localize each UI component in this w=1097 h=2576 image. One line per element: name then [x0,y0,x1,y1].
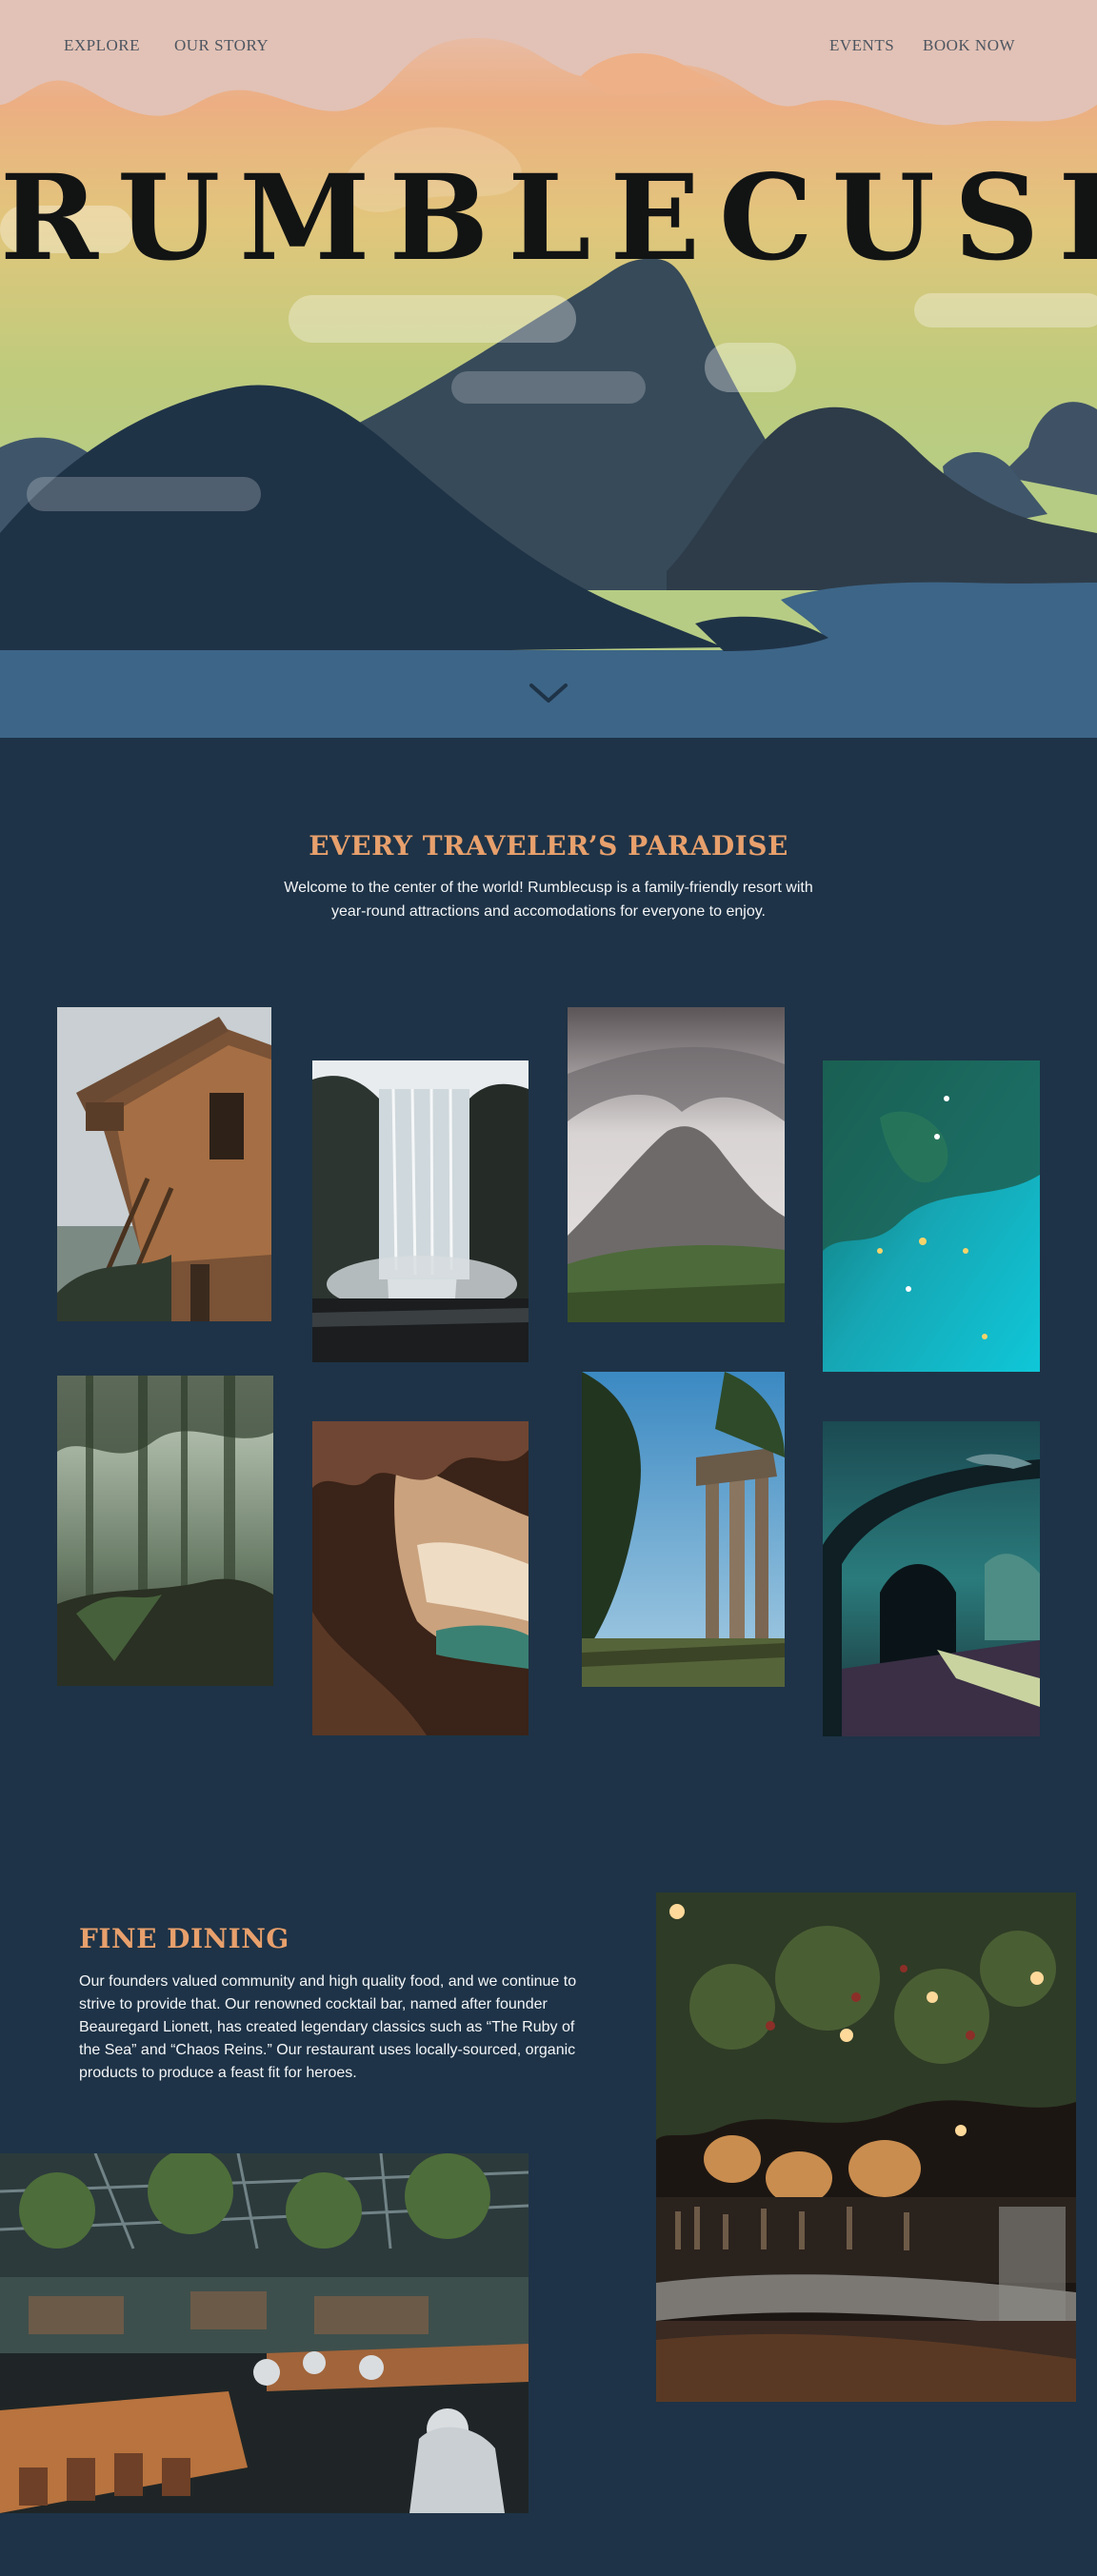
nav-book-now-link[interactable]: BOOK NOW [923,36,1015,55]
ruins-photo [582,1372,785,1687]
nav-our-story-link[interactable]: OUR STORY [174,36,269,55]
rainforest-photo [57,1376,273,1686]
hero-section: EXPLORE OUR STORY EVENTS BOOK NOW RUMBLE… [0,0,1097,738]
dining-title: FINE DINING [79,1923,289,1954]
snorkeling-photo [823,1060,1040,1372]
chevron-down-icon[interactable] [528,678,569,706]
cave-photo [312,1421,529,1735]
cocktail-bar-photo [656,1892,1076,2402]
mountain-landscape-illustration [0,0,1097,738]
paradise-title: EVERY TRAVELER’S PARADISE [309,830,788,862]
nav-explore-link[interactable]: EXPLORE [64,36,140,55]
volcano-photo [568,1007,785,1322]
restaurant-interior-photo [0,2153,529,2513]
dining-description: Our founders valued community and high q… [79,1973,577,2081]
waterfall-photo [312,1060,529,1362]
nav-events-link[interactable]: EVENTS [829,36,894,55]
brand-title: RUMBLECUSP [0,149,1097,287]
paradise-intro-text: Welcome to the center of the world! Rumb… [284,880,813,920]
treehouse-photo [57,1007,271,1321]
aquarium-photo [823,1421,1040,1736]
